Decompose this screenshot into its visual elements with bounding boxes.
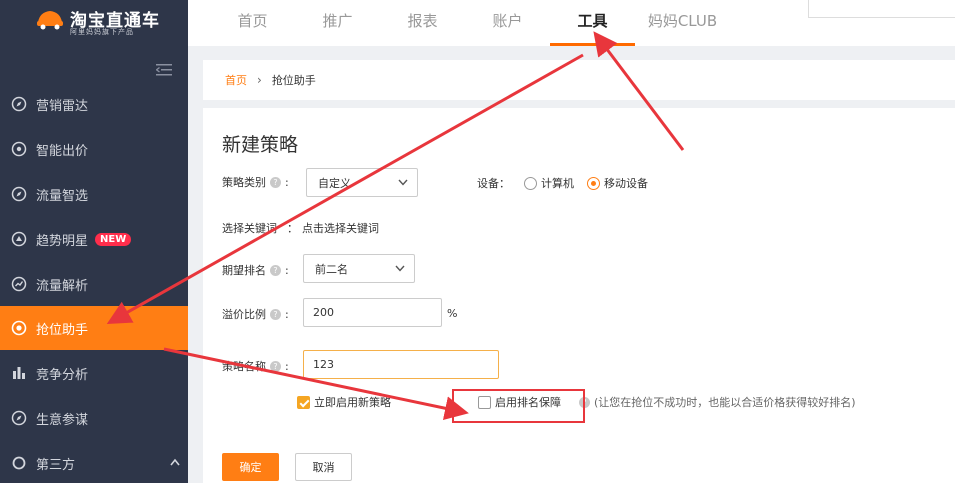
nav-home[interactable]: 首页 [210, 0, 295, 46]
logo-subtitle: 阿里妈妈旗下产品 [70, 28, 134, 36]
help-icon[interactable]: ? [270, 264, 281, 276]
device-label: 设备： [477, 177, 510, 190]
sidebar-item-trend-star[interactable]: 趋势明星 NEW [0, 217, 188, 261]
rank-guarantee-hint: (让您在抢位不成功时，也能以合适价格获得较好排名) [594, 396, 856, 409]
collapse-menu-icon[interactable] [156, 64, 172, 76]
page-title: 新建策略 [222, 134, 299, 156]
select-keyword-link[interactable]: 点击选择关键词 [302, 220, 379, 236]
target-icon [11, 141, 27, 157]
sidebar-item-label: 智能出价 [36, 143, 89, 159]
sidebar-item-third-party[interactable]: 第三方 [0, 441, 188, 483]
nav-reports[interactable]: 报表 [380, 0, 465, 46]
main-nav: 首页 推广 报表 账户 工具 妈妈CLUB [210, 0, 730, 46]
chevron-down-icon [395, 265, 405, 272]
radio-mobile-label[interactable]: 移动设备 [604, 175, 648, 191]
trend-icon [11, 231, 27, 247]
chart-icon [11, 276, 27, 292]
logo[interactable]: 淘宝直通车 阿里妈妈旗下产品 [0, 0, 188, 46]
keyword-label: 选择关键词 [222, 222, 277, 235]
sidebar-item-label: 流量智选 [36, 188, 89, 204]
sidebar-item-smart-bid[interactable]: 智能出价 [0, 127, 188, 171]
sidebar-item-competition-analysis[interactable]: 竞争分析 [0, 351, 188, 395]
chevron-down-icon [398, 179, 408, 186]
sidebar-item-label: 流量解析 [36, 278, 89, 294]
car-logo-icon [37, 11, 63, 30]
radio-mobile[interactable] [587, 176, 600, 190]
expected-rank-label: 期望排名 ?: [222, 263, 289, 278]
top-search-input[interactable] [808, 0, 955, 18]
compass-icon [11, 186, 27, 202]
premium-ratio-input[interactable]: 200 [303, 298, 442, 327]
nav-mama-club[interactable]: 妈妈CLUB [635, 0, 730, 46]
sidebar-item-marketing-radar[interactable]: 营销雷达 [0, 82, 188, 126]
breadcrumb-separator-icon: › [257, 73, 262, 87]
strategy-name-input[interactable]: 123 [303, 350, 499, 379]
premium-ratio-label: 溢价比例 ?: [222, 307, 289, 322]
percent-unit: % [447, 307, 458, 320]
help-icon[interactable]: ? [270, 360, 281, 372]
strategy-type-label-text: 策略类别 [222, 176, 266, 189]
bullseye-icon [11, 320, 27, 336]
enable-now-checkbox[interactable] [297, 395, 310, 409]
enable-now-label[interactable]: 立即启用新策略 [314, 394, 391, 410]
strategy-name-label-text: 策略名称 [222, 360, 266, 373]
compass-icon [11, 410, 27, 426]
strategy-type-value: 自定义 [318, 176, 351, 190]
cancel-button[interactable]: 取消 [295, 453, 352, 481]
help-icon[interactable]: ? [270, 176, 281, 188]
expected-rank-select[interactable]: 前二名 [303, 254, 415, 283]
compass-icon [11, 96, 27, 112]
expected-rank-value: 前二名 [315, 262, 348, 276]
annotation-highlight-box [452, 389, 585, 423]
breadcrumb-current: 抢位助手 [271, 74, 316, 87]
premium-ratio-label-text: 溢价比例 [222, 308, 266, 321]
sidebar-item-label: 抢位助手 [36, 322, 89, 338]
help-icon[interactable]: ? [270, 308, 281, 320]
sidebar-item-label: 生意参谋 [36, 412, 89, 428]
radio-pc-label[interactable]: 计算机 [541, 175, 574, 191]
keyword-row: 选择关键词 ： 点击选择关键词 [222, 220, 379, 236]
sidebar-item-traffic-analysis[interactable]: 流量解析 [0, 262, 188, 306]
breadcrumb: 首页 › 抢位助手 [203, 60, 955, 100]
keyword-colon: ： [287, 222, 298, 235]
sidebar-item-business-advisor[interactable]: 生意参谋 [0, 396, 188, 440]
expected-rank-label-text: 期望排名 [222, 264, 266, 277]
top-bar: 淘宝直通车 阿里妈妈旗下产品 首页 推广 报表 账户 工具 妈妈CLUB [0, 0, 955, 46]
circle-icon [12, 456, 26, 470]
sidebar-item-label: 竞争分析 [36, 367, 89, 383]
new-strategy-form: 新建策略 策略类别 ?: 自定义 设备： 计算机 移动设备 选择关键词 ： 点击… [203, 108, 955, 483]
radio-pc[interactable] [524, 176, 537, 190]
new-badge: NEW [95, 232, 132, 246]
sidebar: 营销雷达 智能出价 流量智选 趋势明星 NEW 流量解析 抢位助手 竞争分析 生… [0, 46, 188, 483]
chevron-up-icon[interactable] [170, 458, 180, 466]
sidebar-item-label: 营销雷达 [36, 98, 89, 114]
nav-tools[interactable]: 工具 [550, 0, 635, 46]
device-group: 设备： 计算机 移动设备 [477, 175, 648, 191]
sidebar-item-traffic-select[interactable]: 流量智选 [0, 172, 188, 216]
sidebar-item-rank-assistant[interactable]: 抢位助手 [0, 306, 188, 350]
sidebar-item-label: 第三方 [36, 457, 76, 473]
strategy-type-select[interactable]: 自定义 [306, 168, 418, 197]
strategy-name-label: 策略名称 ?: [222, 359, 289, 374]
breadcrumb-home-link[interactable]: 首页 [225, 72, 247, 88]
nav-promotion[interactable]: 推广 [295, 0, 380, 46]
strategy-type-label: 策略类别 ?: [222, 175, 289, 190]
bar-chart-icon [13, 367, 25, 379]
sidebar-item-label: 趋势明星 [36, 233, 89, 249]
enable-now-checkbox-row[interactable]: 立即启用新策略 [297, 394, 391, 410]
nav-account[interactable]: 账户 [465, 0, 550, 46]
confirm-button[interactable]: 确定 [222, 453, 279, 481]
